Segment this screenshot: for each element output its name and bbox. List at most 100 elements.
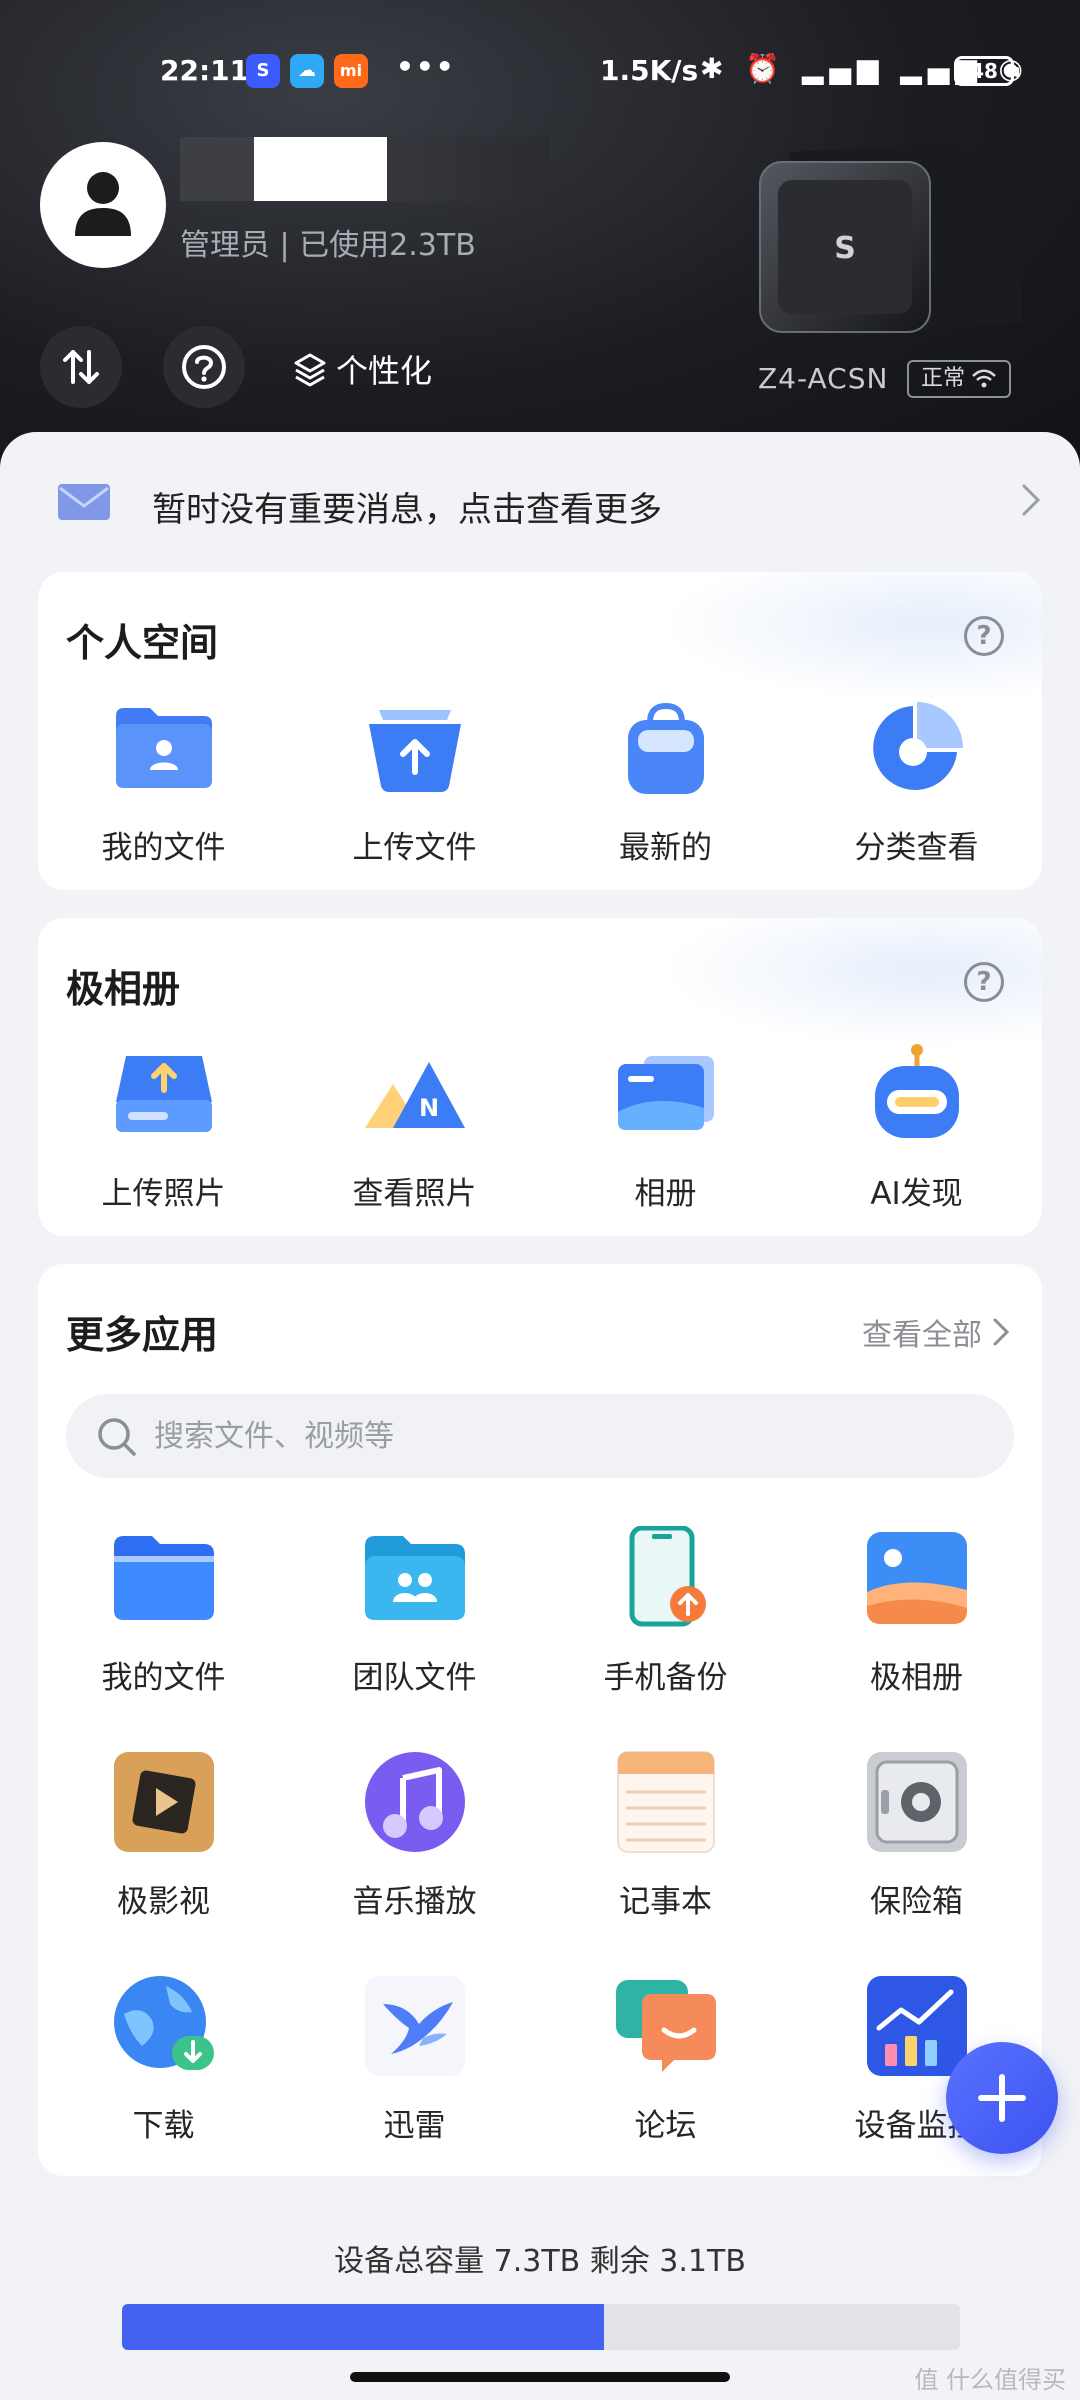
- shortcut-label: 分类查看: [854, 830, 979, 866]
- mail-icon: [58, 484, 110, 520]
- capacity-bar: [122, 2304, 960, 2350]
- username-redacted: [180, 137, 550, 201]
- app-label: 极影视: [117, 1884, 210, 1920]
- team-files-icon: [363, 1526, 467, 1630]
- app-label: 极相册: [870, 1660, 963, 1696]
- header-banner: 22:11 S ☁ mi ••• 1.5K/s ✱ ⏰ ▂▄▆ ▂▄▆ ◉ 48…: [0, 0, 1080, 470]
- help-icon[interactable]: ?: [964, 962, 1004, 1002]
- view-all-link[interactable]: 查看全部: [862, 1310, 1012, 1354]
- add-button[interactable]: [946, 2042, 1058, 2154]
- app-label: 团队文件: [352, 1660, 477, 1696]
- avatar[interactable]: [40, 142, 166, 268]
- watermark: 值 什么值得买: [914, 2366, 1066, 2394]
- app-label: 音乐播放: [352, 1884, 477, 1920]
- capacity-bar-fill: [122, 2304, 604, 2350]
- shortcut-label: AI发现: [870, 1176, 963, 1212]
- shortcut-label: 我的文件: [101, 830, 226, 866]
- shortcut-label: 相册: [634, 1176, 697, 1212]
- my-files-icon: [112, 1526, 216, 1630]
- apps-row-1: 我的文件 团队文件 手机备份 极相册: [38, 1525, 1042, 1697]
- device-status-badge: 正常: [907, 360, 1012, 398]
- message-bar[interactable]: 暂时没有重要消息，点击查看更多: [0, 432, 1080, 572]
- upload-photo-icon: [112, 1042, 216, 1146]
- app-safe[interactable]: 保险箱: [791, 1750, 1042, 1921]
- more-apps-title: 更多应用: [66, 1313, 219, 1357]
- capacity-text: 设备总容量 7.3TB 剩余 3.1TB: [334, 2244, 746, 2279]
- view-photos-shortcut[interactable]: N 查看照片: [289, 1042, 540, 1213]
- search-bar[interactable]: [66, 1394, 1014, 1478]
- transfer-button[interactable]: [40, 326, 122, 408]
- app-photo-album[interactable]: 极相册: [791, 1526, 1042, 1697]
- search-input[interactable]: [154, 1394, 974, 1478]
- phone-backup-icon: [614, 1525, 718, 1630]
- ai-discover-shortcut[interactable]: AI发现: [791, 1042, 1042, 1213]
- app-notepad[interactable]: 记事本: [540, 1750, 791, 1921]
- message-text: 暂时没有重要消息，点击查看更多: [152, 490, 662, 530]
- help-icon[interactable]: ?: [964, 616, 1004, 656]
- battery-icon: 48: [954, 56, 1019, 86]
- network-speed: 1.5K/s: [600, 54, 699, 87]
- transfer-arrows-icon: [63, 350, 99, 384]
- album-grid: 上传照片 N 查看照片 相册 AI发现: [38, 1042, 1042, 1213]
- view-all-label: 查看全部: [862, 1318, 982, 1353]
- album-title: 极相册: [66, 967, 181, 1011]
- more-apps-card: 更多应用 查看全部 搜索文件、视频等 我的文件 团队文件 手机备份 极相册 极影…: [38, 1264, 1042, 2176]
- app-xunlei[interactable]: 迅雷: [289, 1974, 540, 2145]
- category-shortcut[interactable]: 分类查看: [791, 696, 1042, 867]
- app-forum[interactable]: 论坛: [540, 1974, 791, 2145]
- my-files-shortcut[interactable]: 我的文件: [38, 696, 289, 867]
- app-s-icon: S: [246, 54, 280, 88]
- svg-text:S: S: [834, 231, 856, 266]
- app-my-files[interactable]: 我的文件: [38, 1526, 289, 1697]
- app-label: 保险箱: [870, 1884, 963, 1920]
- app-label: 论坛: [634, 2108, 697, 2144]
- personal-space-grid: 我的文件 上传文件 最新的 分类查看: [38, 696, 1042, 867]
- device-status-label: 正常: [921, 366, 966, 391]
- status-bar: 22:11 S ☁ mi ••• 1.5K/s ✱ ⏰ ▂▄▆ ▂▄▆ ◉ 48: [0, 50, 1080, 94]
- chevron-right-icon: [993, 1318, 1010, 1346]
- user-icon: [75, 172, 131, 236]
- album-icon: [614, 1042, 718, 1146]
- wifi-icon: [972, 369, 996, 388]
- upload-photo-shortcut[interactable]: 上传照片: [38, 1042, 289, 1213]
- more-notifications-icon: •••: [396, 50, 456, 83]
- view-photos-icon: N: [363, 1042, 467, 1146]
- help-icon: [182, 345, 226, 389]
- ai-robot-icon: [865, 1042, 969, 1146]
- apps-row-3: 下载 迅雷 论坛 设备监控: [38, 1974, 1042, 2145]
- personalize-label: 个性化: [336, 352, 433, 390]
- personal-space-card: 个人空间 ? 我的文件 上传文件 最新的 分类查看: [38, 572, 1042, 890]
- video-icon: [112, 1750, 216, 1854]
- folder-user-icon: [112, 696, 216, 800]
- app-video[interactable]: 极影视: [38, 1750, 289, 1921]
- app-label: 手机备份: [603, 1660, 728, 1696]
- home-indicator[interactable]: [350, 2372, 730, 2382]
- app-label: 记事本: [619, 1884, 712, 1920]
- safe-icon: [865, 1750, 969, 1854]
- app-team-files[interactable]: 团队文件: [289, 1526, 540, 1697]
- album-shortcut[interactable]: 相册: [540, 1042, 791, 1213]
- shortcut-label: 上传照片: [101, 1176, 226, 1212]
- app-label: 我的文件: [101, 1660, 226, 1696]
- app-download[interactable]: 下载: [38, 1974, 289, 2145]
- forum-icon: [614, 1974, 718, 2078]
- chevron-right-icon: [1022, 484, 1041, 516]
- notepad-icon: [614, 1750, 718, 1854]
- main-sheet: 暂时没有重要消息，点击查看更多 个人空间 ? 我的文件 上传文件 最新的 分类查…: [0, 432, 1080, 2400]
- help-button[interactable]: [163, 326, 245, 408]
- recent-shortcut[interactable]: 最新的: [540, 696, 791, 867]
- personalize-button[interactable]: 个性化: [292, 346, 432, 392]
- album-card: 极相册 ? 上传照片 N 查看照片 相册 AI发现: [38, 918, 1042, 1236]
- upload-file-icon: [363, 696, 467, 800]
- photo-album-icon: [865, 1526, 969, 1630]
- personal-space-title: 个人空间: [66, 621, 219, 665]
- nas-device-image[interactable]: S: [750, 132, 1030, 344]
- shortcut-label: 最新的: [619, 830, 712, 866]
- xunlei-icon: [363, 1974, 467, 2078]
- category-pie-icon: [865, 696, 969, 800]
- device-name: Z4-ACSN: [758, 362, 889, 395]
- app-music[interactable]: 音乐播放: [289, 1750, 540, 1921]
- user-role-usage: 管理员 | 已使用2.3TB: [180, 228, 476, 263]
- upload-file-shortcut[interactable]: 上传文件: [289, 696, 540, 867]
- app-phone-backup[interactable]: 手机备份: [540, 1525, 791, 1697]
